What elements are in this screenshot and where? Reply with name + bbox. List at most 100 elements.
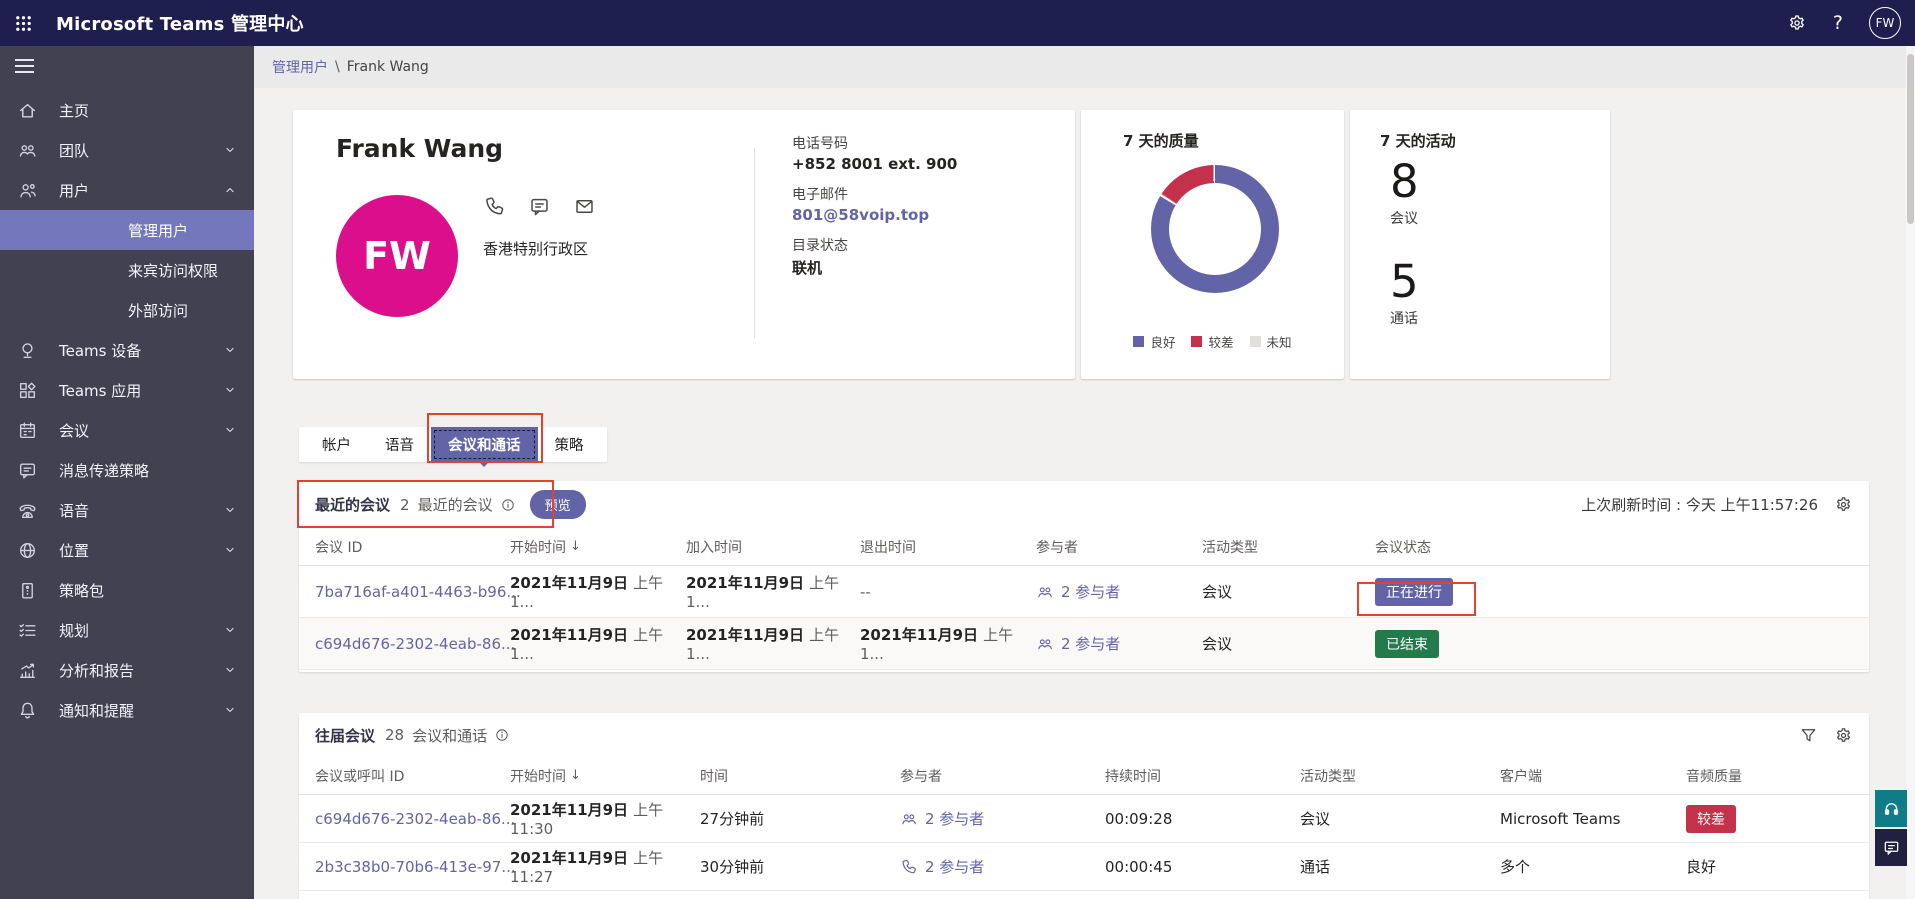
- calendar-icon: [17, 420, 38, 441]
- sidebar-item-locations[interactable]: 位置: [0, 530, 254, 570]
- col-activity-type[interactable]: 活动类型: [1300, 766, 1500, 786]
- meetings-label: 会议: [1390, 211, 1418, 228]
- col-duration[interactable]: 持续时间: [1105, 766, 1300, 786]
- sidebar-item-teams[interactable]: 团队: [0, 130, 254, 170]
- vertical-scrollbar[interactable]: [1906, 46, 1915, 899]
- meeting-id-link[interactable]: 7ba716af-a401-4463-b96...: [315, 583, 521, 601]
- calls-label: 通话: [1390, 311, 1418, 328]
- quality-donut-chart: [1151, 165, 1279, 293]
- sidebar-item-teams-apps[interactable]: Teams 应用: [0, 370, 254, 410]
- email-label: 电子邮件: [792, 187, 848, 203]
- col-join-time[interactable]: 加入时间: [686, 537, 860, 557]
- chevron-up-icon: [222, 182, 238, 198]
- sidebar-item-voice[interactable]: 语音: [0, 490, 254, 530]
- app-launcher-waffle-icon[interactable]: [0, 0, 46, 46]
- chat-icon[interactable]: [528, 195, 551, 218]
- meeting-id-link[interactable]: 2b3c38b0-70b6-413e-97...: [315, 858, 516, 876]
- sidebar-item-planning[interactable]: 规划: [0, 610, 254, 650]
- past-table-row: 2b3c38b0-70b6-413e-97... 2021年11月9日 上午11:…: [299, 843, 1869, 891]
- info-icon[interactable]: [494, 727, 510, 743]
- meetings-count: 8: [1390, 155, 1419, 208]
- table-settings-gear-icon[interactable]: [1834, 726, 1853, 745]
- globe-icon: [17, 540, 38, 561]
- email-link[interactable]: 801@58voip.top: [792, 206, 957, 224]
- col-participants[interactable]: 参与者: [1036, 537, 1202, 557]
- participants-link[interactable]: 2 参与者: [900, 808, 1105, 829]
- device-icon: [17, 340, 38, 361]
- sidebar-item-teams-devices[interactable]: Teams 设备: [0, 330, 254, 370]
- chart-icon: [17, 660, 38, 681]
- info-icon[interactable]: [500, 497, 516, 513]
- col-time-ago[interactable]: 时间: [700, 766, 900, 786]
- leave-time-empty: --: [860, 582, 871, 601]
- quality-card-title: 7 天的质量: [1123, 132, 1199, 150]
- sidebar-item-users[interactable]: 用户: [0, 170, 254, 210]
- sidebar-item-home[interactable]: 主页: [0, 90, 254, 130]
- sidebar-item-notifications-alerts[interactable]: 通知和提醒: [0, 690, 254, 730]
- top-app-bar: Microsoft Teams 管理中心 ? FW: [0, 0, 1915, 46]
- quality-text-good: 良好: [1686, 858, 1717, 876]
- recent-table-row: c694d676-2302-4eab-86... 2021年11月9日 上午1..…: [299, 618, 1869, 670]
- legend-swatch-good: [1133, 336, 1145, 347]
- breadcrumb-parent-link[interactable]: 管理用户: [272, 57, 328, 77]
- sidebar-item-guest-access[interactable]: 来宾访问权限: [0, 250, 254, 290]
- teams-admin-center-screen: Microsoft Teams 管理中心 ? FW 主页 团队 用户 管理用户 …: [0, 0, 1915, 899]
- tab-voice[interactable]: 语音: [368, 427, 431, 462]
- duration: 00:09:28: [1105, 809, 1173, 828]
- tab-meetings-calls[interactable]: 会议和通话: [431, 427, 538, 467]
- legend-swatch-unknown: [1249, 336, 1261, 347]
- recent-meetings-title: 最近的会议: [315, 496, 391, 514]
- participants-link[interactable]: 2 参与者: [1036, 633, 1202, 654]
- col-client[interactable]: 客户端: [1500, 766, 1686, 786]
- tab-account[interactable]: 帐户: [305, 427, 368, 462]
- table-settings-gear-icon[interactable]: [1834, 495, 1853, 514]
- user-region: 香港特别行政区: [483, 240, 589, 258]
- legend-swatch-poor: [1191, 336, 1203, 347]
- recent-meetings-count: 2: [400, 495, 410, 514]
- directory-status-value: 联机: [792, 259, 823, 277]
- scrollbar-thumb[interactable]: [1907, 54, 1914, 224]
- sidebar-item-policy-packages[interactable]: 策略包: [0, 570, 254, 610]
- sidebar-item-external-access[interactable]: 外部访问: [0, 290, 254, 330]
- col-meeting-call-id[interactable]: 会议或呼叫 ID: [315, 766, 510, 786]
- support-headset-button[interactable]: [1875, 790, 1907, 827]
- chevron-down-icon: [222, 502, 238, 518]
- sidebar-nav: 主页 团队 用户 管理用户 来宾访问权限 外部访问 Teams 设备 Teams…: [0, 46, 254, 899]
- col-leave-time[interactable]: 退出时间: [860, 537, 1036, 557]
- teams-icon: [17, 140, 38, 161]
- directory-status-label: 目录状态: [792, 238, 848, 254]
- col-activity-type[interactable]: 活动类型: [1202, 537, 1375, 557]
- chevron-down-icon: [222, 422, 238, 438]
- col-start-time[interactable]: 开始时间 ↓: [510, 537, 686, 557]
- quality-7day-card: 7 天的质量 良好 较差 未知: [1081, 110, 1344, 379]
- participants-link[interactable]: 2 参与者: [900, 856, 1105, 877]
- package-icon: [17, 580, 38, 601]
- meeting-id-link[interactable]: c694d676-2302-4eab-86...: [315, 810, 515, 828]
- col-meeting-status[interactable]: 会议状态: [1375, 537, 1869, 557]
- col-meeting-id[interactable]: 会议 ID: [315, 537, 510, 557]
- sidebar-item-manage-users[interactable]: 管理用户: [0, 210, 254, 250]
- sidebar-item-messaging-policies[interactable]: 消息传递策略: [0, 450, 254, 490]
- settings-gear-icon[interactable]: [1787, 13, 1807, 33]
- col-participants[interactable]: 参与者: [900, 766, 1105, 786]
- tab-policies[interactable]: 策略: [538, 427, 601, 462]
- chevron-down-icon: [222, 342, 238, 358]
- donut-hole: [1169, 183, 1261, 275]
- call-icon[interactable]: [483, 195, 506, 218]
- meeting-id-link[interactable]: c694d676-2302-4eab-86...: [315, 635, 515, 653]
- breadcrumb-separator: \: [335, 59, 340, 75]
- filter-funnel-icon[interactable]: [1799, 726, 1818, 745]
- past-meetings-count: 28: [385, 726, 405, 744]
- sidebar-item-meetings[interactable]: 会议: [0, 410, 254, 450]
- activity-type: 会议: [1300, 810, 1331, 828]
- mail-icon[interactable]: [573, 195, 596, 218]
- participants-link[interactable]: 2 参与者: [1036, 581, 1202, 602]
- feedback-button[interactable]: [1875, 829, 1907, 866]
- col-start-time[interactable]: 开始时间 ↓: [510, 766, 700, 786]
- help-icon[interactable]: ?: [1833, 12, 1843, 34]
- activity-7day-card: 7 天的活动 8 会议 5 通话: [1350, 110, 1610, 379]
- col-audio-quality[interactable]: 音频质量: [1686, 766, 1869, 786]
- hamburger-menu-icon[interactable]: [0, 46, 44, 86]
- sidebar-item-analytics-reports[interactable]: 分析和报告: [0, 650, 254, 690]
- account-avatar[interactable]: FW: [1869, 7, 1901, 39]
